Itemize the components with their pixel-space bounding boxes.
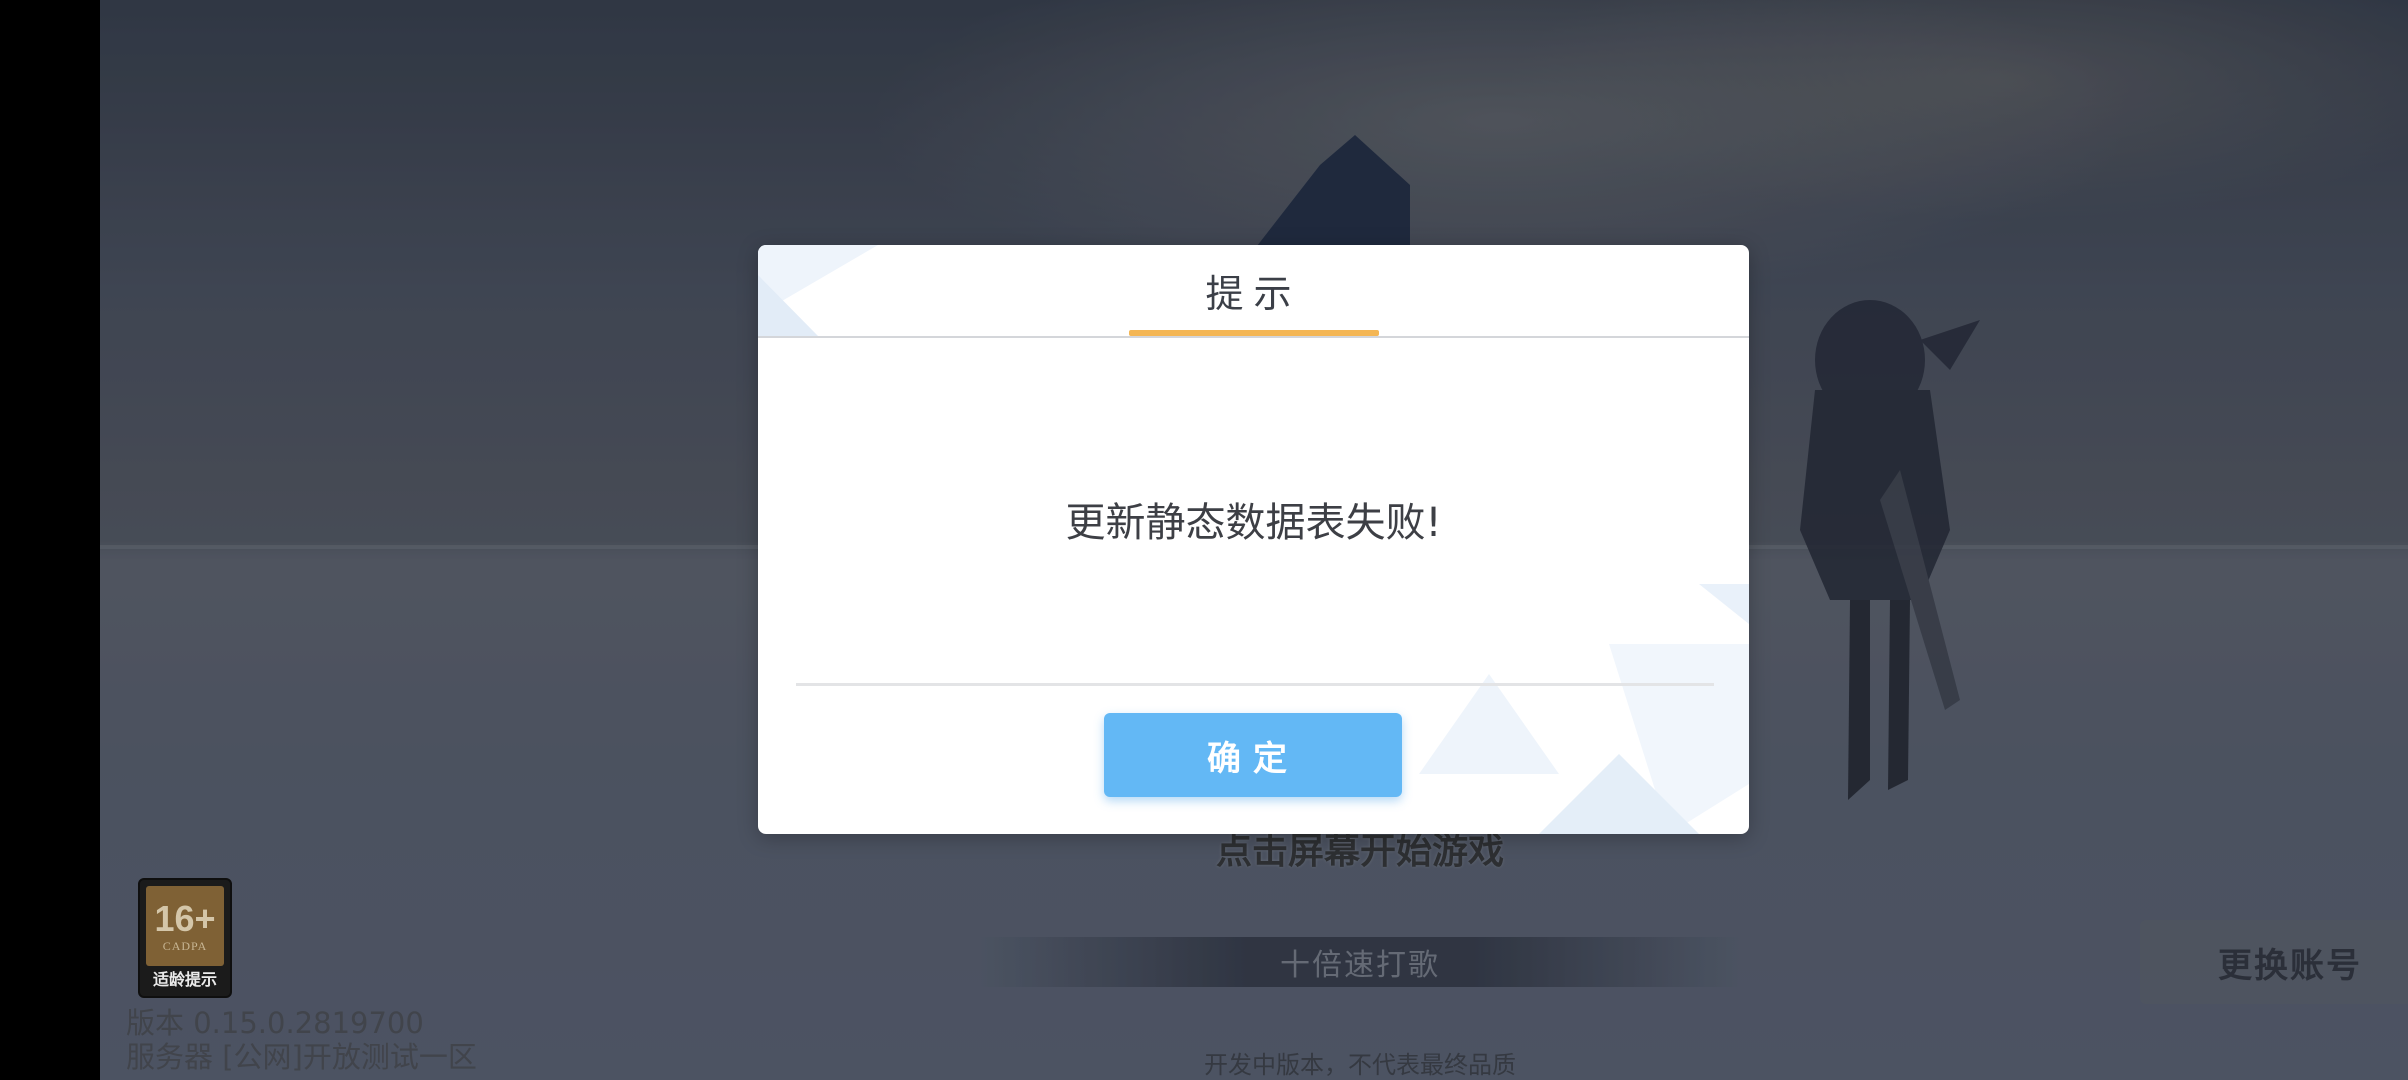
confirm-button[interactable]: 确定 — [1104, 713, 1402, 797]
dialog-title-underline — [1129, 330, 1379, 336]
dialog-background-decoration-icon — [1419, 584, 1749, 834]
dialog-header: 提示 — [758, 245, 1749, 338]
dialog-message: 更新静态数据表失败! — [1065, 500, 1442, 546]
dialog-title: 提示 — [1205, 272, 1302, 316]
dialog-divider — [796, 683, 1714, 686]
alert-dialog: 提示 更新静态数据表失败! 确定 — [758, 245, 1749, 834]
